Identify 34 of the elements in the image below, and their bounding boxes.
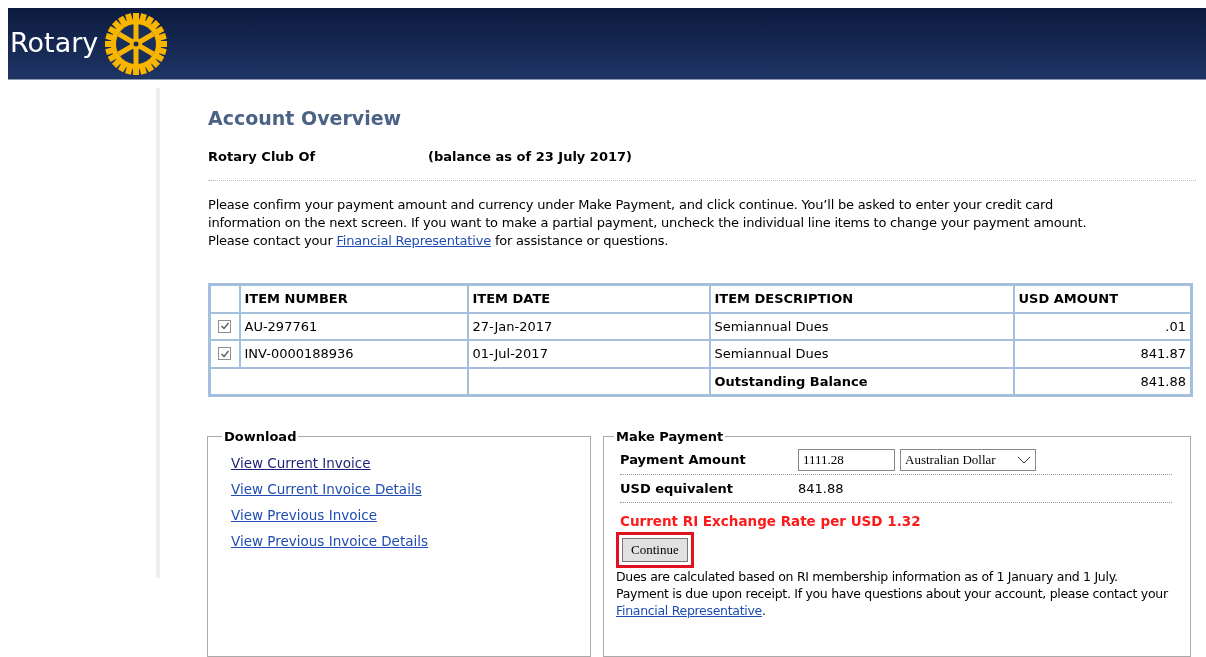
column-header: ITEM NUMBER xyxy=(239,284,468,313)
page-title: Account Overview xyxy=(208,106,403,131)
financial-representative-link[interactable]: Financial Representative xyxy=(616,602,762,618)
payment-amount-field[interactable]: 1111.28 xyxy=(798,448,895,471)
continue-button[interactable]: Continue xyxy=(622,538,688,562)
exchange-rate-note: Current RI Exchange Rate per USD 1.32 xyxy=(620,512,922,531)
club-name: Rotary Club Of xyxy=(208,147,317,166)
invoice-link[interactable]: View Previous Invoice xyxy=(231,505,377,526)
logo-text: Rotary xyxy=(10,26,99,61)
usd-equivalent-label: USD equivalent xyxy=(620,479,735,498)
table-cell: 01-Jul-2017 xyxy=(467,340,710,368)
invoice-link[interactable]: View Current Invoice xyxy=(231,452,371,473)
payment-legend: Make Payment xyxy=(614,427,726,447)
usd-equivalent-value: 841.88 xyxy=(798,479,844,498)
balance-note: (balance as of 23 July 2017) xyxy=(428,147,632,166)
currency-dropdown[interactable]: Australian Dollar xyxy=(900,448,1036,471)
payment-amount-label: Payment Amount xyxy=(620,450,747,469)
chevron-down-icon xyxy=(1017,455,1031,464)
column-header: ITEM DATE xyxy=(467,284,710,313)
dues-note-text: Dues are calculated based on RI membership information as of 1 January and 1 July. Payment is due upon receipt. If you have questions about your account, please contact your Financial Representative. xyxy=(616,567,1169,619)
table-cell: INV-0000188936 xyxy=(239,340,468,368)
checkbox[interactable] xyxy=(218,347,232,360)
table-cell: 27-Jan-2017 xyxy=(467,312,710,340)
checkbox[interactable] xyxy=(218,319,232,333)
wheel-logo-icon xyxy=(104,11,169,76)
instructions-text: Please confirm your payment amount and currency under Make Payment, and click continue. You’ll be asked to enter your credit card information on the next screen. If you want to make a partial payment, uncheck the individual line items to change your payment amount. Please contact your Financial Representative for assistance or questions. xyxy=(208,196,1088,250)
invoice-link[interactable]: View Previous Invoice Details xyxy=(231,531,429,552)
download-legend: Download xyxy=(222,427,299,447)
table-cell: Semiannual Dues xyxy=(709,340,1014,368)
column-header: ITEM DESCRIPTION xyxy=(709,284,1014,313)
table-cell: Semiannual Dues xyxy=(709,312,1014,340)
table-cell: AU-297761 xyxy=(239,312,468,340)
invoice-link[interactable]: View Current Invoice Details xyxy=(231,478,422,499)
financial-representative-link[interactable]: Financial Representative xyxy=(336,233,491,248)
